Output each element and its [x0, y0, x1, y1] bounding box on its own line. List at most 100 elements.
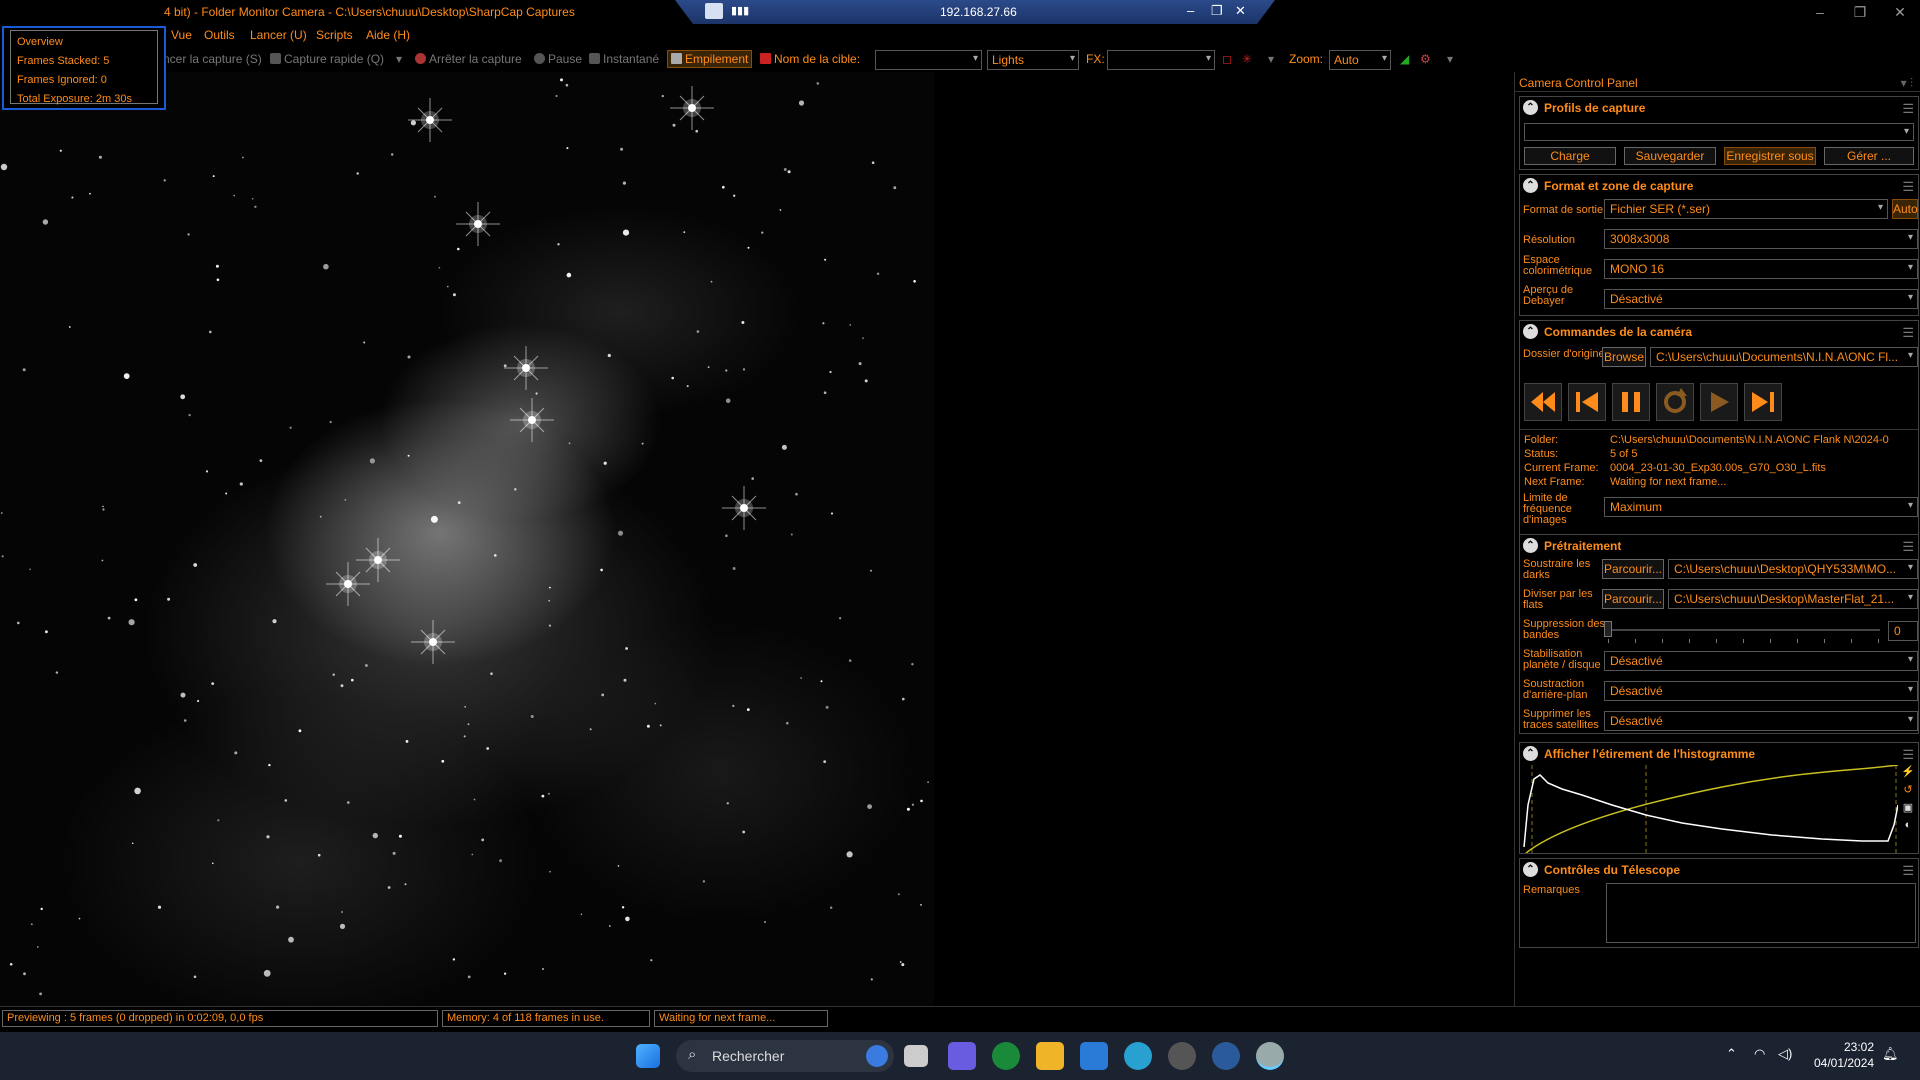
edge-icon[interactable] [1124, 1042, 1152, 1070]
store-icon[interactable] [1080, 1042, 1108, 1070]
reset-icon[interactable]: ↺ [1900, 783, 1916, 801]
close-icon[interactable]: ✕ [1880, 2, 1920, 22]
quick-capture-dropdown[interactable]: ▾ [396, 52, 402, 66]
windows-start-icon[interactable] [636, 1044, 660, 1068]
collapse-icon[interactable]: ⌃ [1523, 746, 1538, 761]
snapshot-button[interactable]: Instantané [589, 52, 659, 66]
section-header[interactable]: ⌃ Contrôles du Télescope ☰ [1520, 859, 1918, 881]
contrast-icon[interactable]: ◐ [1900, 819, 1916, 837]
debayer-select[interactable]: Désactivé [1604, 289, 1918, 309]
collapse-icon[interactable]: ⌃ [1523, 324, 1538, 339]
stabilization-select[interactable]: Désactivé [1604, 651, 1918, 671]
quick-capture-button[interactable]: Capture rapide (Q) [270, 52, 384, 66]
fx-combo[interactable] [1107, 50, 1215, 70]
remote-minimize-icon[interactable]: – [1187, 3, 1194, 18]
collapse-icon[interactable]: ⌃ [1523, 178, 1538, 193]
file-explorer-icon[interactable] [1036, 1042, 1064, 1070]
menu-tools[interactable]: Outils [204, 28, 235, 42]
chevron-up-icon[interactable]: ⌃ [1726, 1046, 1737, 1062]
frame-rate-select[interactable]: Maximum [1604, 497, 1918, 517]
histogram-plot[interactable] [1522, 765, 1898, 853]
load-profile-button[interactable]: Charge [1524, 147, 1616, 165]
menu-launch[interactable]: Lancer (U) [250, 28, 307, 42]
menu-scripts[interactable]: Scripts [316, 28, 353, 42]
clock[interactable]: 23:02 04/01/2024 [1814, 1039, 1874, 1071]
menu-icon[interactable]: ☰ [1902, 539, 1914, 555]
collapse-icon[interactable]: ⌃ [1523, 100, 1538, 115]
teams-icon[interactable] [948, 1042, 976, 1070]
flats-browse-button[interactable]: Parcourir... [1602, 589, 1664, 609]
remote-restore-icon[interactable]: ❐ [1211, 3, 1223, 19]
section-header[interactable]: ⌃ Profils de capture ☰ [1520, 97, 1918, 119]
section-header[interactable]: ⌃ Format et zone de capture ☰ [1520, 175, 1918, 197]
crosshair-icon[interactable]: ✳ [1242, 52, 1252, 66]
satellite-select[interactable]: Désactivé [1604, 711, 1918, 731]
resolution-select[interactable]: 3008x3008 [1604, 229, 1918, 249]
pause-button[interactable]: Pause [534, 52, 582, 66]
manage-profiles-button[interactable]: Gérer ... [1824, 147, 1914, 165]
menu-view[interactable]: Vue [171, 28, 192, 42]
taskbar-search[interactable]: ⌕ Rechercher [676, 1040, 894, 1072]
profile-select[interactable] [1524, 123, 1914, 141]
collapse-icon[interactable]: ⌃ [1523, 538, 1538, 553]
section-header[interactable]: ⌃ Prétraitement ☰ [1520, 535, 1918, 557]
output-format-select[interactable]: Fichier SER (*.ser) [1604, 199, 1888, 219]
more-dropdown[interactable]: ▾ [1447, 52, 1453, 66]
save-profile-button[interactable]: Sauvegarder [1624, 147, 1716, 165]
banding-value[interactable]: 0 [1888, 621, 1918, 641]
sharpcap-icon[interactable] [1256, 1042, 1284, 1070]
menu-icon[interactable]: ☰ [1902, 863, 1914, 879]
first-frame-button[interactable] [1568, 383, 1606, 421]
panel-pin-icon[interactable]: ▾ ⫶ [1901, 76, 1913, 91]
pin-icon[interactable] [705, 3, 723, 19]
minimize-icon[interactable]: – [1800, 2, 1840, 22]
flats-select[interactable]: C:\Users\chuuu\Desktop\MasterFlat_21... [1668, 589, 1918, 609]
notes-textarea[interactable] [1606, 883, 1916, 943]
app-icon-green[interactable] [992, 1042, 1020, 1070]
background-select[interactable]: Désactivé [1604, 681, 1918, 701]
reticle-icon[interactable]: ◻ [1222, 52, 1232, 66]
stop-capture-button[interactable]: Arrêter la capture [415, 52, 522, 66]
bing-icon[interactable] [866, 1045, 888, 1067]
menu-icon[interactable]: ☰ [1902, 747, 1914, 763]
menu-icon[interactable]: ☰ [1902, 101, 1914, 117]
app-icon-dark[interactable] [1168, 1042, 1196, 1070]
overview-box[interactable]: Overview Frames Stacked: 5 Frames Ignore… [2, 26, 166, 110]
collapse-icon[interactable]: ⌃ [1523, 862, 1538, 877]
overlay-dropdown[interactable]: ▾ [1268, 52, 1274, 66]
frame-type-combo[interactable]: Lights [987, 50, 1079, 70]
zoom-combo[interactable]: Auto [1329, 50, 1391, 70]
image-preview[interactable] [0, 72, 934, 1006]
lightning-icon[interactable]: ⚡ [1900, 765, 1916, 783]
colorspace-select[interactable]: MONO 16 [1604, 259, 1918, 279]
banding-slider[interactable] [1604, 619, 1884, 643]
auto-button[interactable]: Auto [1892, 199, 1918, 219]
last-frame-button[interactable] [1744, 383, 1782, 421]
browse-button[interactable]: Browse [1602, 347, 1646, 367]
start-capture-button[interactable]: ncer la capture (S) [163, 52, 262, 66]
save-as-profile-button[interactable]: Enregistrer sous [1724, 147, 1816, 165]
slider-thumb[interactable] [1604, 621, 1612, 637]
refresh-button[interactable] [1656, 383, 1694, 421]
settings-icon[interactable]: ⚙ [1420, 52, 1431, 66]
stacking-button[interactable]: Empilement [667, 50, 753, 68]
section-header[interactable]: ⌃ Commandes de la caméra ☰ [1520, 321, 1918, 343]
histogram-icon[interactable]: ◢ [1400, 52, 1409, 66]
darks-browse-button[interactable]: Parcourir... [1602, 559, 1664, 579]
task-view-icon[interactable] [904, 1045, 928, 1067]
wifi-icon[interactable]: ◠ [1754, 1046, 1765, 1062]
target-name-combo[interactable] [875, 50, 982, 70]
rewind-button[interactable] [1524, 383, 1562, 421]
volume-icon[interactable]: ◁) [1778, 1046, 1792, 1062]
source-folder-select[interactable]: C:\Users\chuuu\Documents\N.I.N.A\ONC Fl.… [1650, 347, 1918, 367]
notification-icon[interactable]: 🔔︎ [1882, 1046, 1899, 1062]
section-header[interactable]: ⌃ Afficher l'étirement de l'histogramme … [1520, 743, 1918, 765]
menu-help[interactable]: Aide (H) [366, 28, 410, 42]
maximize-icon[interactable]: ❐ [1840, 2, 1880, 22]
save-icon[interactable]: ▣ [1900, 801, 1916, 819]
pause-playback-button[interactable] [1612, 383, 1650, 421]
remote-close-icon[interactable]: ✕ [1235, 3, 1246, 19]
play-button[interactable] [1700, 383, 1738, 421]
menu-icon[interactable]: ☰ [1902, 179, 1914, 195]
remote-desktop-icon[interactable] [1212, 1042, 1240, 1070]
